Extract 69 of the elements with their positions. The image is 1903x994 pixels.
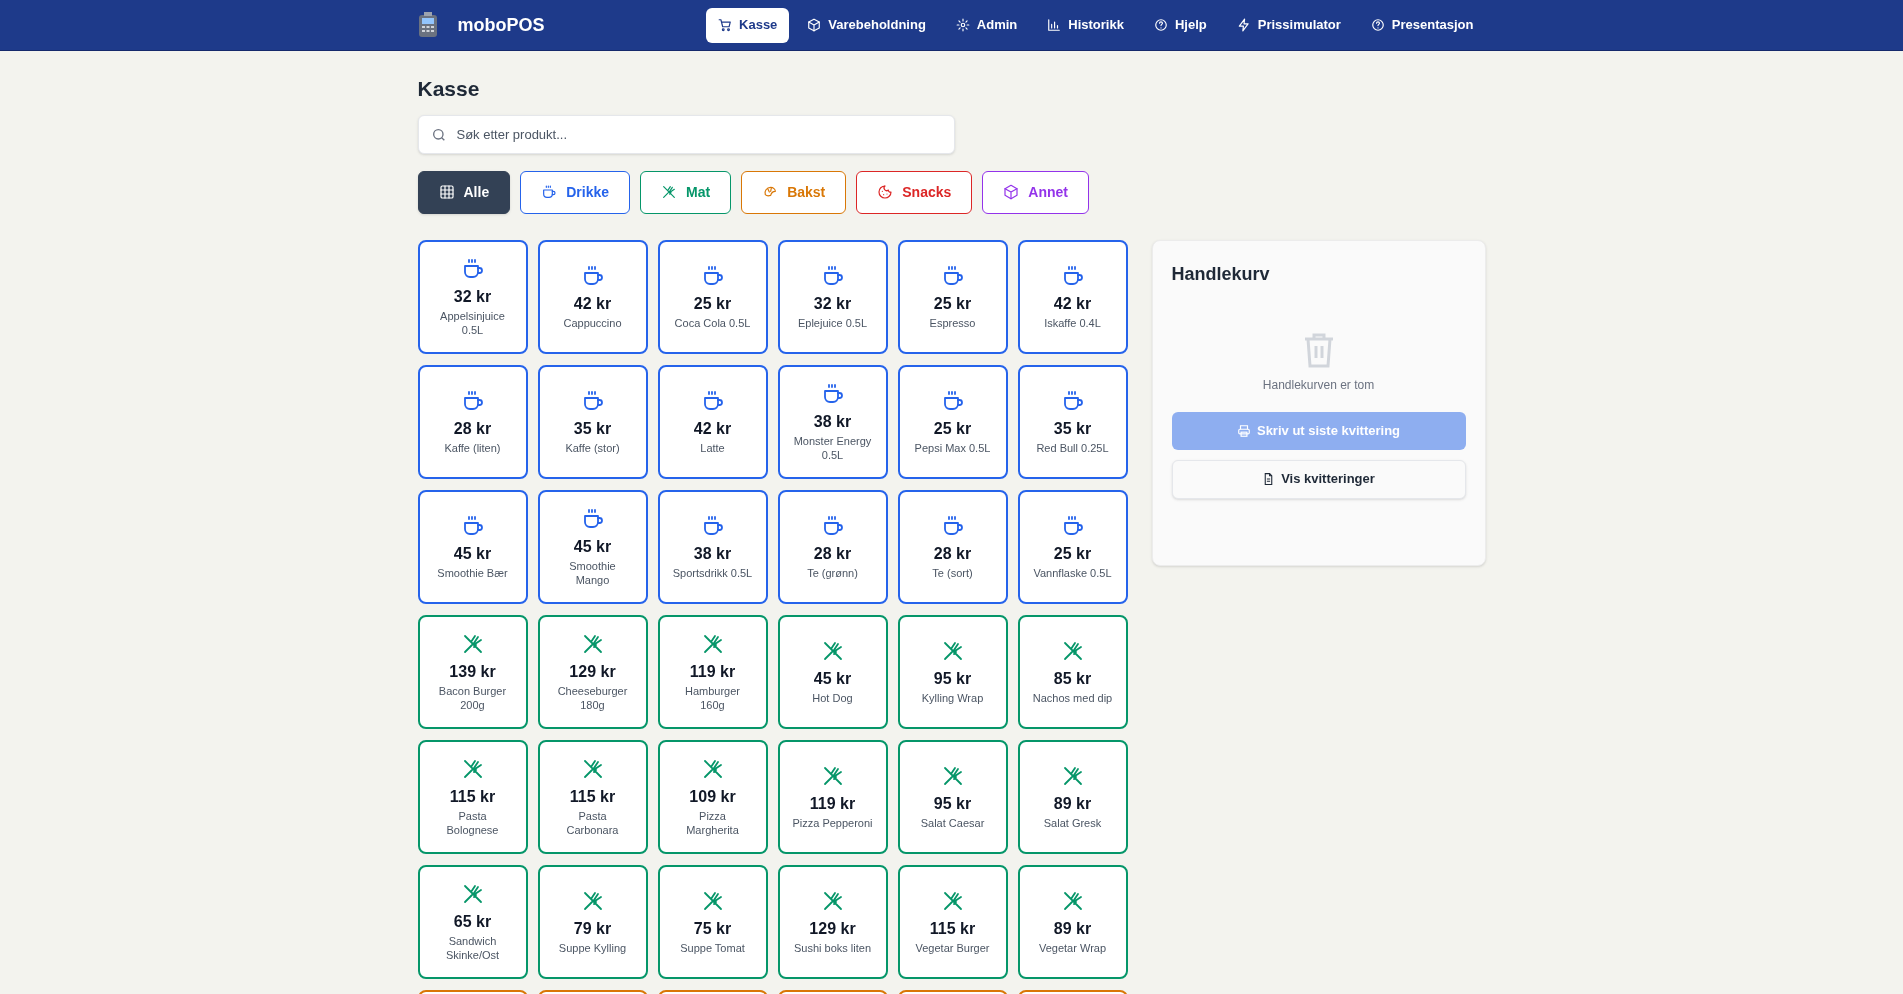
product-card[interactable]: 25 kr Vannflaske 0.5L <box>1017 489 1128 604</box>
product-card[interactable]: 95 kr Kylling Wrap <box>897 614 1008 729</box>
cart-title: Handlekurv <box>1171 262 1271 286</box>
product-card[interactable]: 35 kr Red Bull 0.25L <box>1017 364 1128 479</box>
category-filter[interactable]: Alle <box>417 170 511 214</box>
product-card[interactable]: 25 kr Pepsi Max 0.5L <box>897 364 1008 479</box>
grid-icon <box>438 184 455 200</box>
nav-tab[interactable]: Prissimulator <box>1224 7 1353 43</box>
cart-icon <box>718 18 733 32</box>
nav-tab[interactable]: Kasse <box>706 7 790 43</box>
product-card[interactable]: 89 kr Vegetar Wrap <box>1017 864 1128 979</box>
empty-cart-text: Handlekurven er tom <box>1262 376 1375 394</box>
nav-tab[interactable]: Varebeholdning <box>795 7 938 43</box>
category-filter[interactable]: Mat <box>640 170 732 214</box>
product-card[interactable]: 28 kr Te (grønn) <box>777 489 888 604</box>
product-card[interactable]: 95 kr Salat Caesar <box>897 739 1008 854</box>
product-card[interactable]: 119 kr Hamburger 160g <box>657 614 768 729</box>
product-card[interactable]: 75 kr Suppe Tomat <box>657 864 768 979</box>
product-card[interactable]: 38 kr Monster Energy 0.5L <box>777 364 888 479</box>
product-card[interactable]: 115 kr Pasta Bolognese <box>417 739 528 854</box>
app-name: moboPOS <box>457 13 545 37</box>
category-filter[interactable]: Annet <box>982 170 1089 214</box>
product-card[interactable]: 32 kr Appelsinjuice 0.5L <box>417 239 528 354</box>
cookie-icon <box>877 184 894 200</box>
coffee-cup-icon <box>541 184 558 200</box>
product-card[interactable]: 115 kr Pasta Carbonara <box>537 739 648 854</box>
nav-tab[interactable]: Historikk <box>1035 7 1136 43</box>
cube-icon <box>807 18 822 32</box>
utensils-icon <box>661 184 677 200</box>
product-card[interactable]: 45 kr Smoothie Mango <box>537 489 648 604</box>
nav-tab[interactable]: Presentasjon <box>1358 7 1486 43</box>
product-card[interactable]: 119 kr Pizza Pepperoni <box>777 739 888 854</box>
product-card[interactable]: 45 kr Smoothie Bær <box>417 489 528 604</box>
product-card[interactable]: 25 kr Espresso <box>897 239 1008 354</box>
page-title: Kasse <box>417 76 481 102</box>
show-receipts-button[interactable]: Vis kvitteringer <box>1171 459 1466 499</box>
cube-icon <box>1003 184 1020 200</box>
search-field[interactable]: Søk etter produkt... <box>417 114 955 154</box>
category-filter[interactable]: Drikke <box>520 170 630 214</box>
category-filter[interactable]: Snacks <box>856 170 973 214</box>
bar-chart-icon <box>1047 18 1062 32</box>
product-card[interactable]: 45 kr Hot Dog <box>777 614 888 729</box>
product-card[interactable]: 25 kr Coca Cola 0.5L <box>657 239 768 354</box>
product-card[interactable]: 139 kr Bacon Burger 200g <box>417 614 528 729</box>
settings-icon <box>955 18 970 32</box>
product-card[interactable]: 65 kr Sandwich Skinke/Ost <box>417 864 528 979</box>
product-card[interactable]: 32 kr Eplejuice 0.5L <box>777 239 888 354</box>
lightning-icon <box>1236 18 1251 32</box>
product-card[interactable]: 109 kr Pizza Margherita <box>657 739 768 854</box>
product-card[interactable]: 42 kr Iskaffe 0.4L <box>1017 239 1128 354</box>
nav-tab[interactable]: Admin <box>943 7 1030 43</box>
product-card[interactable]: 85 kr Nachos med dip <box>1017 614 1128 729</box>
product-card[interactable]: 129 kr Sushi boks liten <box>777 864 888 979</box>
product-card[interactable]: 115 kr Vegetar Burger <box>897 864 1008 979</box>
search-icon <box>430 126 447 143</box>
product-card[interactable]: 35 kr Kaffe (stor) <box>537 364 648 479</box>
printer-icon <box>1236 423 1251 438</box>
help-icon <box>1370 18 1385 32</box>
product-card[interactable]: 79 kr Suppe Kylling <box>537 864 648 979</box>
pos-terminal-icon <box>417 12 438 38</box>
product-card[interactable]: 28 kr Kaffe (liten) <box>417 364 528 479</box>
product-card[interactable]: 42 kr Cappuccino <box>537 239 648 354</box>
help-icon <box>1153 18 1168 32</box>
product-card[interactable]: 129 kr Cheeseburger 180g <box>537 614 648 729</box>
product-card[interactable]: 38 kr Sportsdrikk 0.5L <box>657 489 768 604</box>
nav-tab[interactable]: Hjelp <box>1141 7 1219 43</box>
product-card[interactable]: 28 kr Te (sort) <box>897 489 1008 604</box>
product-card[interactable]: 89 kr Salat Gresk <box>1017 739 1128 854</box>
product-card[interactable]: 42 kr Latte <box>657 364 768 479</box>
